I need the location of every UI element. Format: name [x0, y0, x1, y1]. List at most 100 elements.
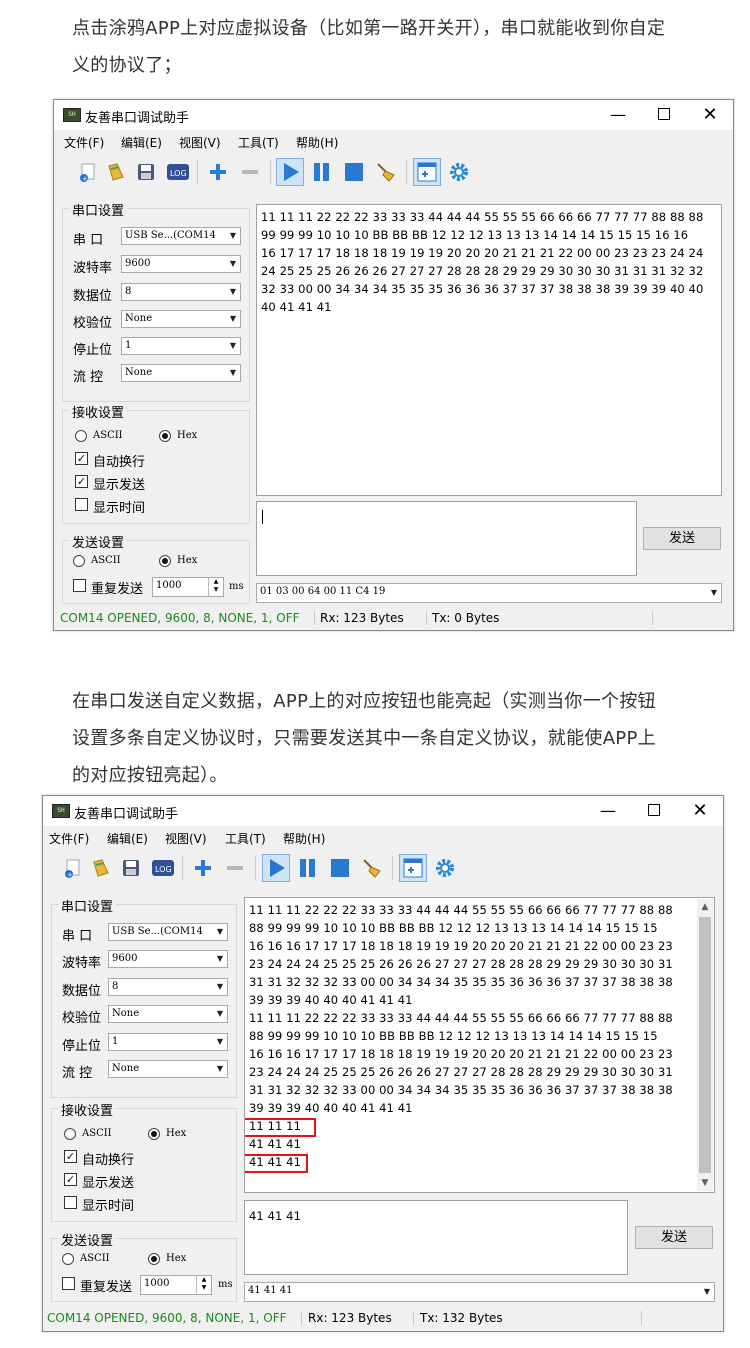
serial-settings-label: 串口设置: [69, 200, 128, 219]
log-icon[interactable]: LOG: [149, 854, 177, 882]
auto-wrap-label: 自动换行: [93, 455, 146, 470]
port-select[interactable]: USB Se...(COM14 ▼: [121, 227, 241, 245]
new-file-icon[interactable]: +: [59, 854, 87, 882]
recv-hex-radio[interactable]: [148, 1128, 160, 1140]
receive-area[interactable]: 11 11 11 22 22 22 33 33 33 44 44 44 55 5…: [256, 204, 722, 496]
stop-bits-select[interactable]: 1 ▼: [108, 1033, 228, 1051]
plus-icon[interactable]: [204, 158, 232, 186]
send-hex-label: Hex: [177, 555, 198, 566]
data-bits-label: 数据位: [62, 984, 102, 999]
window-title: 友善串口调试助手: [85, 111, 190, 126]
menu-file[interactable]: 文件(F): [64, 134, 104, 151]
pause-icon[interactable]: [308, 158, 336, 186]
show-time-checkbox[interactable]: [64, 1196, 77, 1209]
layout-icon[interactable]: [399, 854, 427, 882]
menu-bar: 文件(F) 编辑(E) 视图(V) 工具(T) 帮助(H): [43, 828, 723, 848]
open-file-icon[interactable]: [87, 854, 115, 882]
send-button[interactable]: 发送: [643, 527, 721, 550]
port-select[interactable]: USB Se...(COM14 ▼: [108, 923, 228, 941]
title-bar[interactable]: SH 友善串口调试助手 — ✕: [54, 100, 733, 130]
start-icon[interactable]: [262, 854, 290, 882]
minus-icon[interactable]: [221, 854, 249, 882]
minus-icon[interactable]: [236, 158, 264, 186]
scroll-down-icon[interactable]: ▼: [697, 1175, 713, 1191]
recv-hex-label: Hex: [177, 430, 198, 441]
stop-icon[interactable]: [340, 158, 368, 186]
send-hex-radio[interactable]: [148, 1253, 160, 1265]
data-bits-select[interactable]: 8 ▼: [121, 283, 241, 301]
maximize-button[interactable]: [631, 796, 677, 826]
settings-gear-icon[interactable]: [445, 158, 473, 186]
menu-view[interactable]: 视图(V): [179, 134, 221, 151]
show-send-checkbox[interactable]: ✓: [64, 1173, 77, 1186]
broom-icon[interactable]: [358, 854, 386, 882]
auto-wrap-checkbox[interactable]: ✓: [64, 1150, 77, 1163]
highlight-box: [245, 1118, 316, 1137]
data-bits-select[interactable]: 8 ▼: [108, 978, 228, 996]
broom-icon[interactable]: [372, 158, 400, 186]
save-icon[interactable]: [132, 158, 160, 186]
repeat-send-checkbox[interactable]: [73, 579, 86, 592]
receive-line: 24 25 25 25 26 26 26 27 27 27 28 28 28 2…: [261, 264, 704, 278]
log-icon[interactable]: LOG: [164, 158, 192, 186]
minimize-button[interactable]: —: [585, 796, 631, 826]
new-file-icon[interactable]: +: [74, 158, 102, 186]
receive-line: 16 16 16 17 17 17 18 18 18 19 19 19 20 2…: [249, 939, 673, 953]
recv-hex-radio[interactable]: [159, 430, 171, 442]
send-button[interactable]: 发送: [635, 1226, 713, 1249]
maximize-button[interactable]: [641, 100, 687, 130]
recv-ascii-radio[interactable]: [64, 1128, 76, 1140]
receive-area[interactable]: 11 11 11 22 22 22 33 33 33 44 44 44 55 5…: [244, 897, 715, 1193]
menu-edit[interactable]: 编辑(E): [107, 830, 148, 847]
minimize-button[interactable]: —: [595, 100, 641, 130]
chevron-down-icon: ▼: [213, 951, 227, 967]
receive-settings-label: 接收设置: [69, 402, 128, 421]
show-time-checkbox[interactable]: [75, 498, 88, 511]
baud-select[interactable]: 9600 ▼: [121, 255, 241, 273]
stop-bits-select[interactable]: 1 ▼: [121, 337, 241, 355]
flow-select[interactable]: None ▼: [108, 1060, 228, 1078]
send-text: 41 41 41: [249, 1209, 302, 1223]
menu-help[interactable]: 帮助(H): [296, 134, 338, 151]
pause-icon[interactable]: [294, 854, 322, 882]
baud-select[interactable]: 9600 ▼: [108, 950, 228, 968]
window-title: 友善串口调试助手: [74, 807, 179, 822]
send-input-area[interactable]: [256, 501, 637, 576]
title-bar[interactable]: SH 友善串口调试助手 — ✕: [43, 796, 723, 826]
send-history-combo[interactable]: 41 41 41 ▼: [244, 1282, 715, 1302]
show-send-checkbox[interactable]: ✓: [75, 475, 88, 488]
save-icon[interactable]: [117, 854, 145, 882]
menu-help[interactable]: 帮助(H): [283, 830, 325, 847]
interval-spinner[interactable]: 1000 ▲ ▼: [152, 577, 224, 597]
send-hex-radio[interactable]: [159, 555, 171, 567]
parity-select[interactable]: None ▼: [121, 310, 241, 328]
parity-select[interactable]: None ▼: [108, 1005, 228, 1023]
menu-view[interactable]: 视图(V): [165, 830, 207, 847]
send-ascii-radio[interactable]: [73, 555, 85, 567]
layout-icon[interactable]: [413, 158, 441, 186]
send-history-combo[interactable]: 01 03 00 64 00 11 C4 19 ▼: [256, 583, 722, 603]
scroll-thumb[interactable]: [699, 917, 711, 1173]
flow-select[interactable]: None ▼: [121, 364, 241, 382]
serial-settings-group: 串口设置 串 口 USB Se...(COM14 ▼ 波特率 9600 ▼ 数据位 …: [62, 200, 250, 402]
interval-spinner[interactable]: 1000 ▲ ▼: [140, 1275, 212, 1295]
receive-scrollbar[interactable]: ▲ ▼: [697, 899, 713, 1191]
repeat-send-checkbox[interactable]: [62, 1277, 75, 1290]
scroll-up-icon[interactable]: ▲: [697, 899, 713, 915]
menu-tools[interactable]: 工具(T): [225, 830, 266, 847]
start-icon[interactable]: [276, 158, 304, 186]
close-button[interactable]: ✕: [677, 796, 723, 826]
send-ascii-radio[interactable]: [62, 1253, 74, 1265]
settings-gear-icon[interactable]: [431, 854, 459, 882]
menu-tools[interactable]: 工具(T): [238, 134, 279, 151]
stop-icon[interactable]: [326, 854, 354, 882]
send-input-area[interactable]: 41 41 41: [244, 1200, 628, 1275]
recv-ascii-radio[interactable]: [75, 430, 87, 442]
plus-icon[interactable]: [189, 854, 217, 882]
close-button[interactable]: ✕: [687, 100, 733, 130]
intro-line-2: 义的协议了；: [72, 55, 182, 76]
auto-wrap-checkbox[interactable]: ✓: [75, 452, 88, 465]
menu-edit[interactable]: 编辑(E): [121, 134, 162, 151]
open-file-icon[interactable]: [102, 158, 130, 186]
menu-file[interactable]: 文件(F): [49, 830, 89, 847]
